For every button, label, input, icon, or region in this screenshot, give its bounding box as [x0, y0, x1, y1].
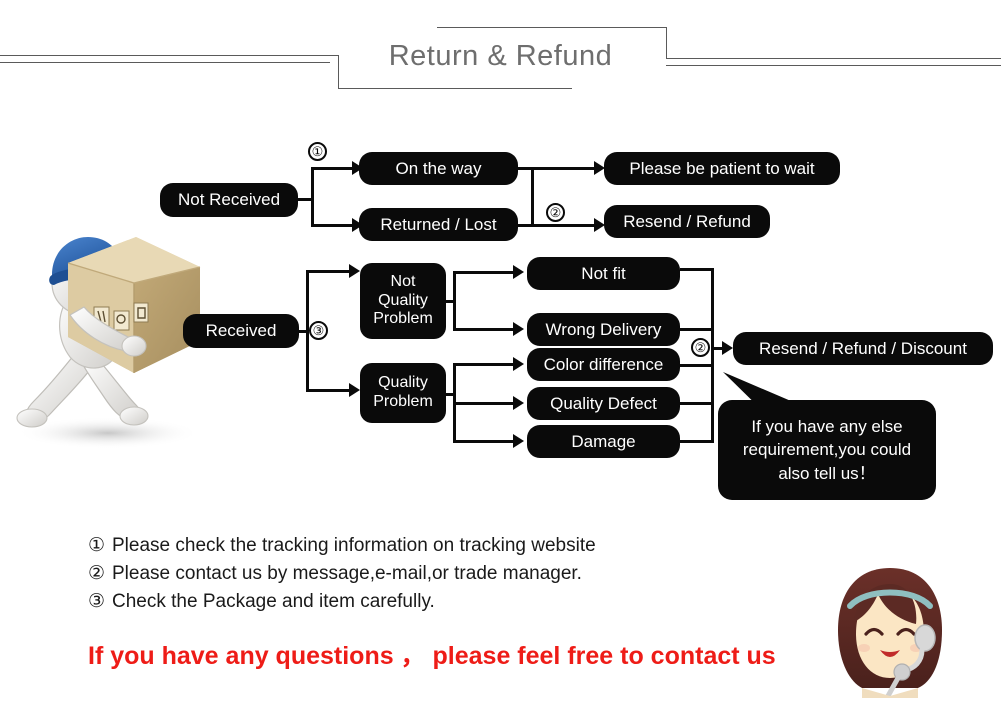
- flow-box-not-received[interactable]: Not Received: [160, 183, 298, 217]
- arrow-to-quality-problem: [349, 383, 360, 397]
- arrow-to-color-difference: [513, 357, 524, 371]
- connector-to-please-wait: [531, 167, 598, 170]
- marker-2b-circle: ②: [691, 338, 710, 357]
- connector-not-fit-out: [680, 268, 714, 271]
- page-title: Return & Refund: [388, 40, 613, 72]
- arrow-to-wrong-delivery: [513, 322, 524, 336]
- flow-box-damage[interactable]: Damage: [527, 425, 680, 458]
- flow-box-wrong-delivery[interactable]: Wrong Delivery: [527, 313, 680, 346]
- connector-to-wrong-delivery: [453, 328, 516, 331]
- flow-box-quality-defect[interactable]: Quality Defect: [527, 387, 680, 420]
- flow-box-returned-lost[interactable]: Returned / Lost: [359, 208, 518, 241]
- arrow-to-damage: [513, 434, 524, 448]
- connector-to-quality-problem: [306, 389, 352, 392]
- marker-3-circle: ③: [309, 321, 328, 340]
- connector-wrong-delivery-out: [680, 328, 714, 331]
- flow-box-resend-refund[interactable]: Resend / Refund: [604, 205, 770, 238]
- connector-nqp-bracket: [453, 271, 456, 331]
- connector-damage-out: [680, 440, 714, 443]
- flow-box-color-difference[interactable]: Color difference: [527, 348, 680, 381]
- arrow-to-quality-defect: [513, 396, 524, 410]
- flow-box-quality-problem[interactable]: Quality Problem: [360, 363, 446, 423]
- connector-to-on-the-way: [311, 167, 355, 170]
- arrow-to-not-quality-problem: [349, 264, 360, 278]
- note-bullet-3: ③: [88, 591, 106, 612]
- header-rule-bottom: [338, 88, 572, 89]
- marker-1-circle: ①: [308, 142, 327, 161]
- connector-to-not-quality-problem: [306, 270, 352, 273]
- note-text-3: Check the Package and item carefully.: [112, 591, 435, 612]
- flow-box-received[interactable]: Received: [183, 314, 299, 348]
- connector-to-resend-refund: [531, 224, 598, 227]
- note-text-1: Please check the tracking information on…: [112, 535, 596, 556]
- connector-to-damage: [453, 440, 516, 443]
- contact-cta-text: If you have any questions ， please feel …: [88, 642, 776, 670]
- arrow-to-not-fit: [513, 265, 524, 279]
- header-rule-top: [437, 27, 667, 28]
- flow-box-on-the-way[interactable]: On the way: [359, 152, 518, 185]
- note-text-2: Please contact us by message,e-mail,or t…: [112, 563, 582, 584]
- connector-to-not-fit: [453, 271, 516, 274]
- flow-box-please-be-patient[interactable]: Please be patient to wait: [604, 152, 840, 185]
- note-bullet-1: ①: [88, 535, 106, 556]
- flow-box-not-fit[interactable]: Not fit: [527, 257, 680, 290]
- marker-2a-circle: ②: [546, 203, 565, 222]
- connector-quality-defect-out: [680, 402, 714, 405]
- note-item-2: ② Please contact us by message,e-mail,or …: [88, 562, 582, 585]
- connector-to-returned-lost: [311, 224, 355, 227]
- note-item-1: ① Please check the tracking information o…: [88, 534, 596, 557]
- connector-to-color-difference: [453, 363, 516, 366]
- connector-right-bracket-top: [531, 167, 534, 227]
- connector-not-received-bracket: [311, 167, 314, 227]
- flow-box-resend-refund-discount[interactable]: Resend / Refund / Discount: [733, 332, 993, 365]
- customer-service-girl-icon: [838, 568, 942, 698]
- note-bullet-2: ②: [88, 563, 106, 584]
- connector-to-quality-defect: [453, 402, 516, 405]
- speech-bubble-note[interactable]: If you have any else requirement,you cou…: [718, 400, 936, 500]
- connector-color-difference-out: [680, 364, 714, 367]
- arrow-to-resend-refund-discount: [722, 341, 733, 355]
- note-item-3: ③ Check the Package and item carefully.: [88, 590, 435, 613]
- flow-box-not-quality-problem[interactable]: Not Quality Problem: [360, 263, 446, 339]
